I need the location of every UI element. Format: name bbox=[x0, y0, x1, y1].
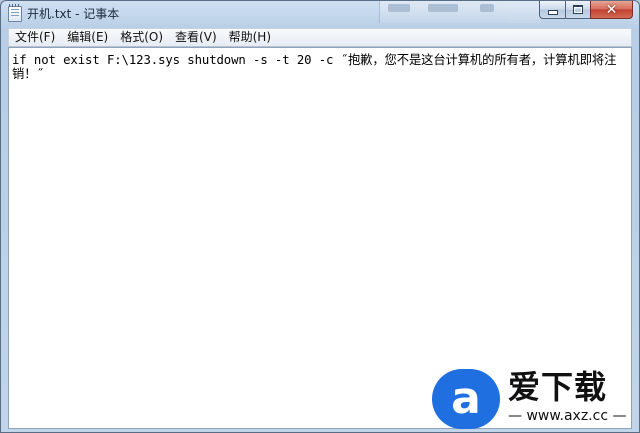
minimize-icon bbox=[547, 10, 558, 15]
watermark-logo-circle: a bbox=[432, 369, 500, 429]
close-icon: ✕ bbox=[605, 1, 618, 18]
menu-view[interactable]: 查看(V) bbox=[169, 29, 223, 46]
menu-file[interactable]: 文件(F) bbox=[9, 29, 61, 46]
window-controls: ✕ bbox=[539, 1, 633, 20]
maximize-button[interactable] bbox=[565, 1, 590, 19]
menu-edit[interactable]: 编辑(E) bbox=[61, 29, 114, 46]
editor-content[interactable]: if not exist F:\123.sys shutdown -s -t 2… bbox=[9, 48, 625, 81]
menu-bar: 文件(F) 编辑(E) 格式(O) 查看(V) 帮助(H) bbox=[8, 28, 632, 47]
close-button[interactable]: ✕ bbox=[590, 1, 633, 19]
minimize-button[interactable] bbox=[539, 1, 565, 19]
window-title: 开机.txt - 记事本 bbox=[27, 7, 120, 21]
watermark-brand: 爱下载 bbox=[508, 368, 608, 406]
maximize-icon bbox=[573, 5, 583, 14]
watermark-url: — www.axz.cc — bbox=[508, 408, 627, 424]
menu-help[interactable]: 帮助(H) bbox=[223, 29, 277, 46]
notepad-icon bbox=[8, 4, 22, 22]
watermark-logo: a 爱下载 — www.axz.cc — bbox=[432, 365, 640, 433]
menu-format[interactable]: 格式(O) bbox=[114, 29, 169, 46]
watermark-logo-letter: a bbox=[451, 373, 481, 424]
title-bar[interactable]: 开机.txt - 记事本 ✕ bbox=[1, 1, 639, 27]
